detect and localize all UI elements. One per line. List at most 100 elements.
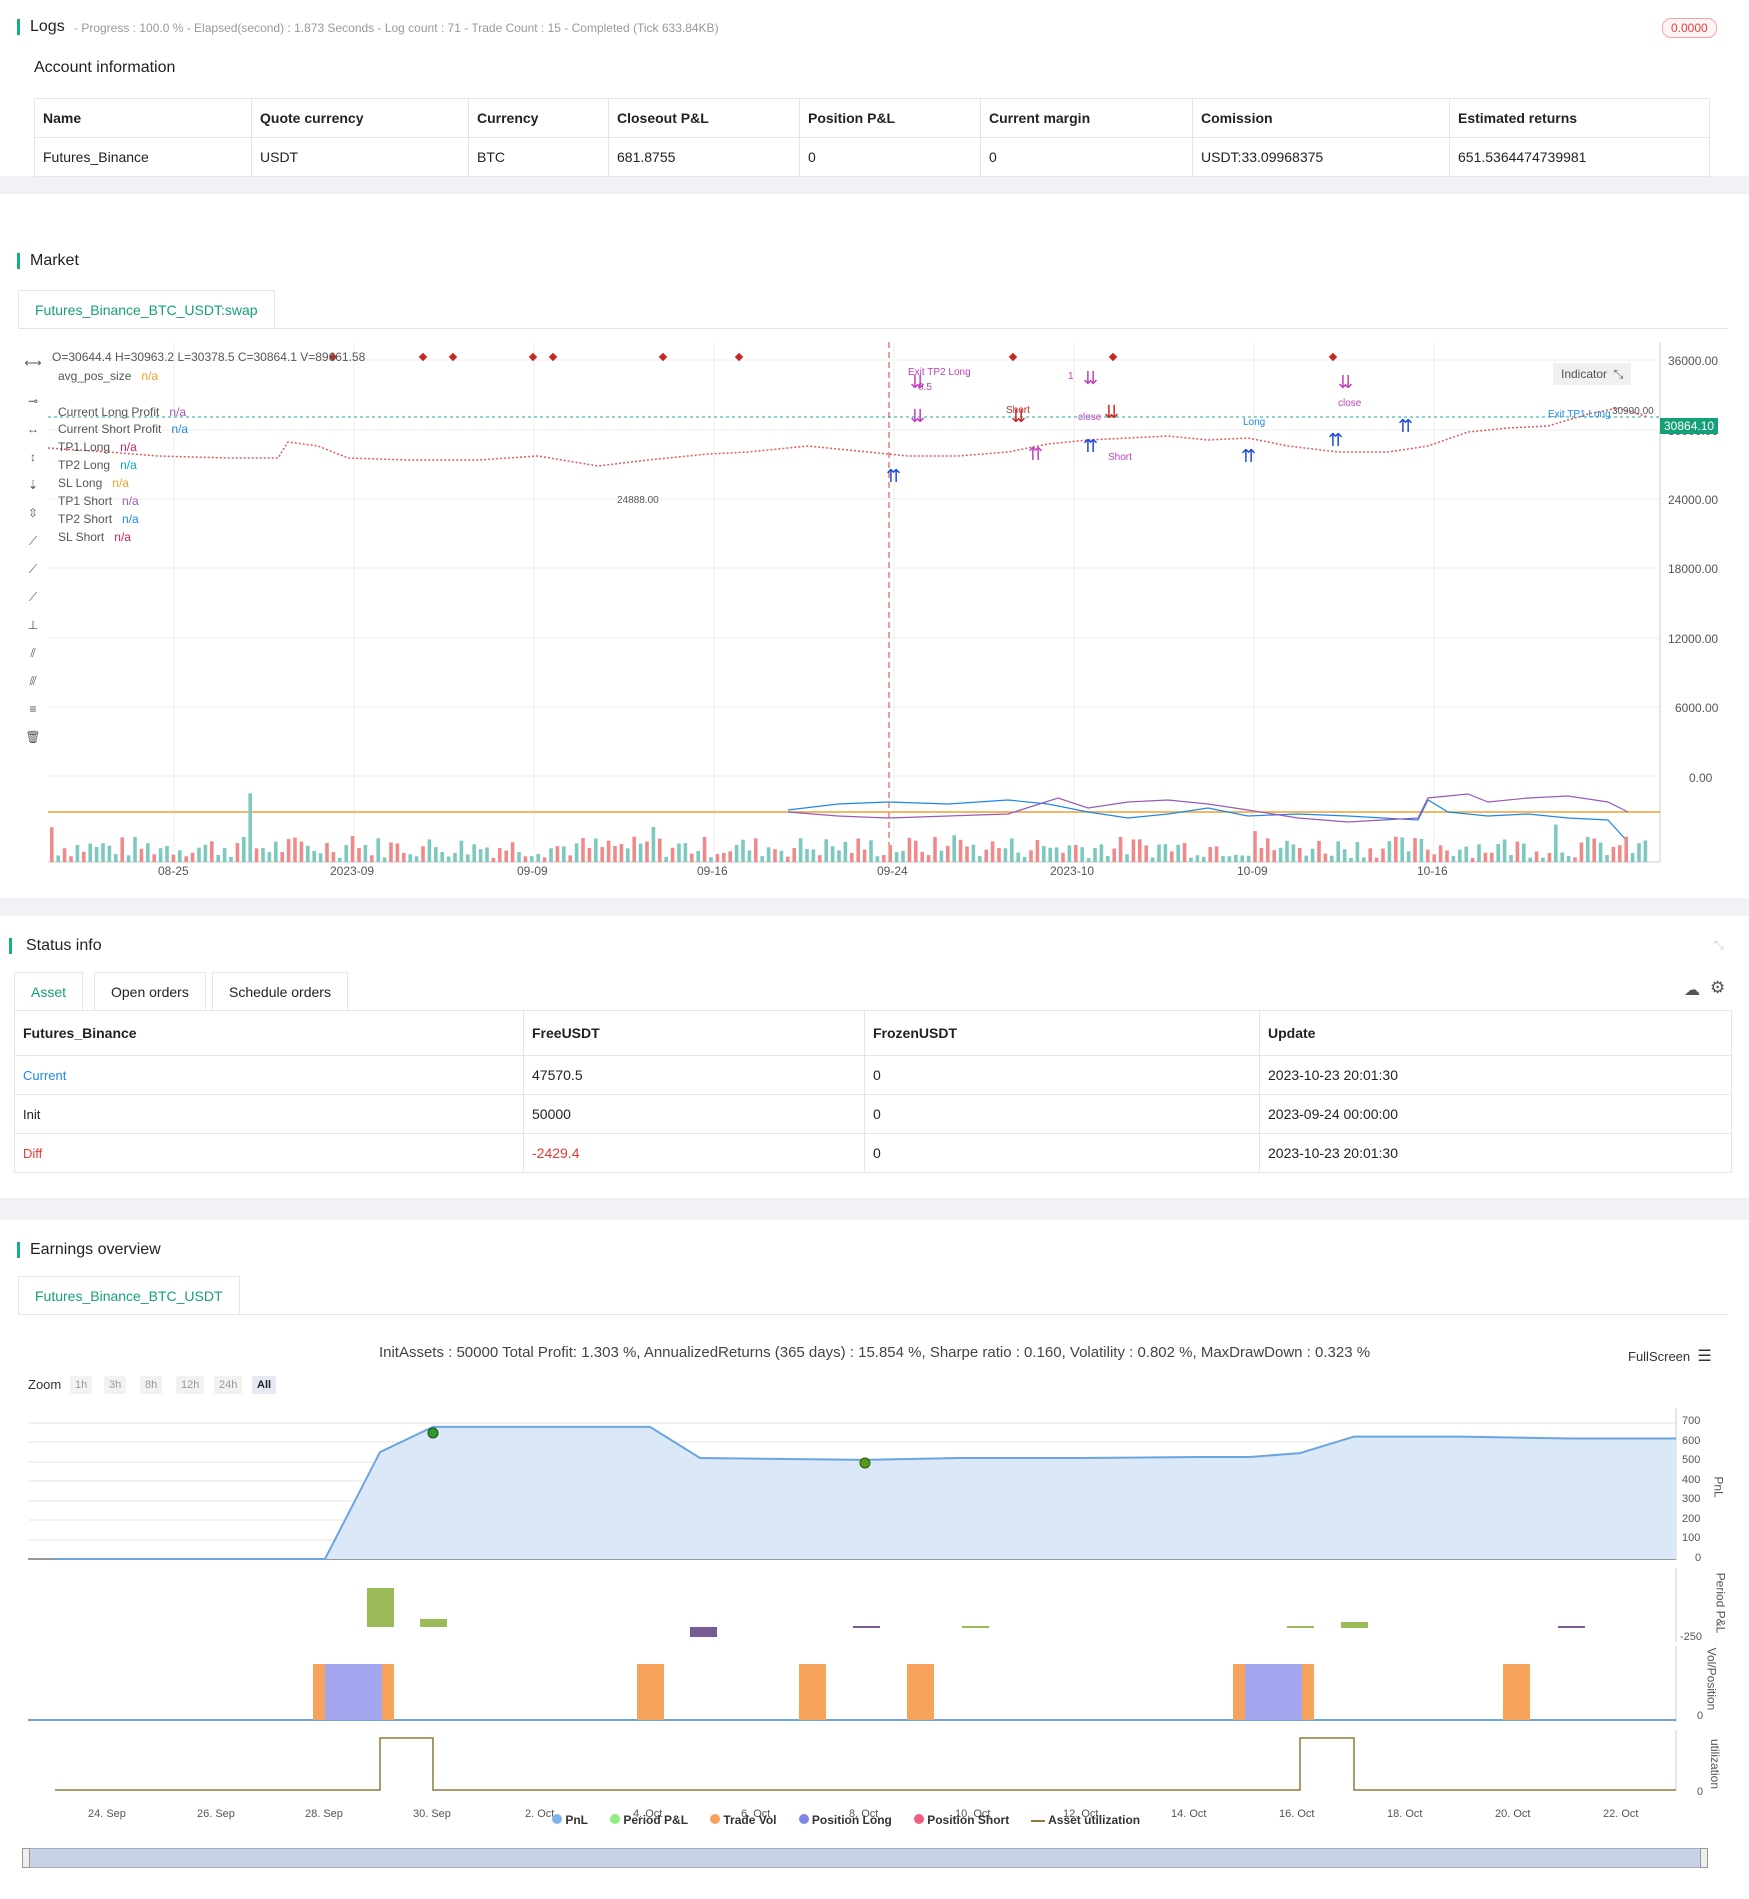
navigator-scrollbar[interactable]	[24, 1848, 1706, 1868]
trend-line-tool-icon[interactable]: ⟋	[24, 534, 42, 548]
volume-bar	[1246, 855, 1251, 862]
date-tick: 20. Oct	[1495, 1808, 1531, 1820]
menu-icon[interactable]: ☰	[1697, 1348, 1711, 1365]
logs-title: Logs	[30, 18, 65, 35]
segment-tool-icon[interactable]: ⟋	[24, 590, 42, 604]
volume-bar	[626, 848, 630, 862]
gear-icon[interactable]: ⚙	[1710, 978, 1725, 998]
price-tick: 36000.00	[1668, 354, 1719, 368]
cell: 0	[799, 137, 981, 177]
legend-tp1-short: TP1 Short n/a	[58, 494, 139, 508]
earnings-legend: PnL Period P&L Trade Vol Position Long P…	[552, 1813, 1140, 1827]
volume-bar	[1291, 844, 1296, 862]
volume-bar	[363, 845, 368, 862]
volume-bar	[1323, 853, 1328, 862]
vertical-line-tool-icon[interactable]: ↕	[24, 450, 42, 464]
volume-bar	[1509, 855, 1513, 862]
pitchfork-tool-icon[interactable]: ⫻	[24, 674, 42, 688]
cell: 47570.5	[523, 1055, 865, 1095]
cell: 0	[864, 1133, 1260, 1173]
svg-text:⇊: ⇊	[1338, 372, 1353, 392]
volume-bar	[1586, 837, 1590, 862]
volume-bar	[1285, 840, 1289, 862]
parallel-channel-tool-icon[interactable]: ⫽	[24, 646, 42, 660]
volume-bar	[1240, 855, 1244, 862]
volume-bar	[235, 843, 240, 862]
zoom-8h[interactable]: 8h	[140, 1376, 163, 1394]
volume-bar	[798, 838, 803, 862]
volume-bar	[1470, 857, 1475, 862]
market-chart[interactable]: Short close Exit TP2 Long Long Short clo…	[48, 342, 1718, 882]
legend-item-asset-utilization[interactable]: Asset utilization	[1031, 1813, 1140, 1827]
volume-bar	[434, 847, 438, 862]
tab-divider	[18, 1314, 1728, 1315]
volume-bar	[658, 838, 662, 862]
vertical-ray-tool-icon[interactable]: ⇣	[24, 478, 42, 492]
earnings-chart[interactable]	[0, 1400, 1749, 1870]
zoom-all[interactable]: All	[252, 1376, 277, 1394]
pnl-tick: 200	[1682, 1513, 1701, 1525]
zoom-24h[interactable]: 24h	[214, 1376, 243, 1394]
navigator-handle-left[interactable]	[22, 1848, 30, 1868]
util-axis-title: utilization	[1708, 1738, 1723, 1790]
tab-earnings-symbol[interactable]: Futures_Binance_BTC_USDT	[18, 1276, 240, 1315]
horizontal-line-tool-icon[interactable]: ⟷	[24, 356, 42, 370]
indicator-button[interactable]: Indicator ⤡	[1553, 363, 1632, 385]
svg-text:⇊: ⇊	[1083, 368, 1098, 388]
tab-asset[interactable]: Asset	[14, 972, 84, 1011]
volume-bar	[824, 839, 828, 862]
col-update: Update	[1259, 1010, 1732, 1056]
volume-bar	[190, 852, 195, 862]
date-tick: 28. Sep	[305, 1808, 343, 1820]
volume-bar	[562, 846, 566, 862]
extended-line-tool-icon[interactable]: ↔	[24, 422, 42, 436]
volume-bar	[1042, 846, 1046, 862]
legend-dot	[552, 1814, 562, 1824]
zoom-3h[interactable]: 3h	[104, 1376, 127, 1394]
volume-bar	[1259, 847, 1264, 862]
tab-schedule-orders[interactable]: Schedule orders	[212, 972, 348, 1011]
volume-bar	[1029, 850, 1033, 862]
fib-retracement-tool-icon[interactable]: ≡	[24, 702, 42, 716]
ray-line-tool-icon[interactable]: ⟋	[24, 562, 42, 576]
zoom-12h[interactable]: 12h	[176, 1376, 205, 1394]
volume-bar	[165, 845, 169, 862]
volume-bar	[171, 854, 176, 862]
volume-bar	[1214, 846, 1219, 862]
volume-bar	[427, 839, 432, 862]
legend-item-position-short[interactable]: Position Short	[913, 1813, 1009, 1827]
volume-bar	[318, 853, 323, 862]
drawdown-marker	[859, 1457, 871, 1469]
volume-bar	[203, 844, 208, 862]
legend-item-period-pnl[interactable]: Period P&L	[610, 1813, 688, 1827]
cloud-download-icon[interactable]: ☁	[1684, 980, 1700, 1000]
navigator-handle-right[interactable]	[1700, 1848, 1708, 1868]
period-axis-title: Period P&L	[1713, 1572, 1728, 1634]
volume-bar	[1342, 849, 1347, 862]
volume-bar	[939, 850, 944, 862]
date-tick: 10-09	[1237, 864, 1268, 878]
legend-label: Current Long Profit	[58, 405, 160, 419]
collapse-icon[interactable]: ⤡	[1714, 938, 1724, 953]
trash-icon[interactable]: 🗑	[24, 730, 42, 744]
vertical-segment-tool-icon[interactable]: ⇳	[24, 506, 42, 520]
account-table: Name Quote currency Currency Closeout P&…	[34, 98, 1710, 177]
expand-icon[interactable]: ⤡	[1614, 367, 1624, 381]
zoom-1h[interactable]: 1h	[70, 1376, 93, 1394]
volume-bar	[197, 847, 201, 862]
legend-item-trade-vol[interactable]: Trade Vol	[710, 1813, 777, 1827]
tab-open-orders[interactable]: Open orders	[94, 972, 206, 1011]
horizontal-ray-tool-icon[interactable]: ⊸	[24, 394, 42, 408]
legend-item-position-long[interactable]: Position Long	[798, 1813, 892, 1827]
volume-bar	[178, 850, 182, 862]
svg-text:⇊: ⇊	[1011, 406, 1026, 426]
legend-item-pnl[interactable]: PnL	[552, 1813, 588, 1827]
fullscreen-button[interactable]: FullScreen ☰	[1628, 1346, 1712, 1366]
tab-market-symbol[interactable]: Futures_Binance_BTC_USDT:swap	[18, 290, 275, 329]
volume-bar	[382, 857, 387, 862]
volume-bar	[350, 836, 355, 862]
price-label-tool-icon[interactable]: ⊥	[24, 618, 42, 632]
volume-bar	[1502, 839, 1507, 862]
legend-value: n/a	[120, 440, 137, 454]
volume-bar	[811, 849, 816, 862]
